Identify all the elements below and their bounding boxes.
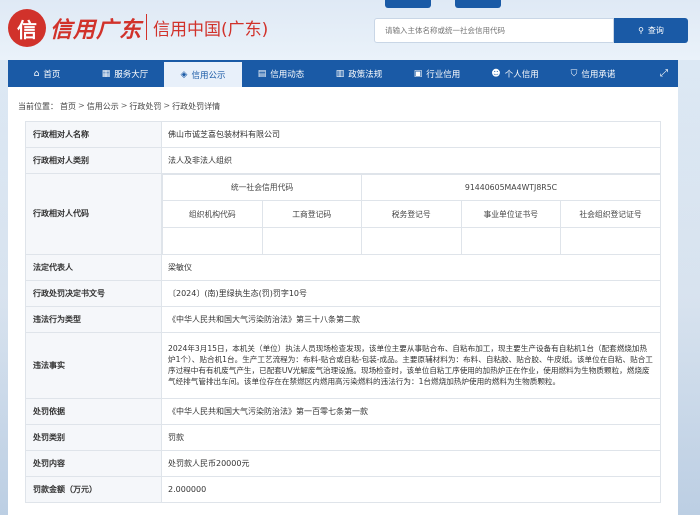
row-label-legal-rep: 法定代表人 xyxy=(25,253,162,281)
row-label-name: 行政相对人名称 xyxy=(25,121,162,148)
breadcrumb-prefix: 当前位置： xyxy=(18,102,58,111)
nav-item-label: 个人信用 xyxy=(504,69,539,80)
search-input[interactable] xyxy=(374,18,614,43)
code-value xyxy=(361,227,462,254)
logo-divider xyxy=(146,14,147,40)
code-subtable: 统一社会信用代码 91440605MA4WTJ8R5C 组织机构代码 工商登记码… xyxy=(162,174,660,254)
site-name[interactable]: 信用中国(广东) xyxy=(153,15,268,40)
row-label-penalty-content: 处罚内容 xyxy=(25,449,162,477)
penalty-detail-table: 行政相对人名称 佛山市诚芝喜包装材料有限公司 行政相对人类别 法人及非法人组织 … xyxy=(25,121,661,503)
code-header: 税务登记号 xyxy=(361,200,462,228)
nav-item-policy[interactable]: ▥ 政策法规 xyxy=(320,60,398,87)
row-value-doc-number: 〔2024〕(南)里绿执生态(罚)罚字10号 xyxy=(161,279,661,307)
row-value-penalty-content: 处罚款人民币20000元 xyxy=(161,449,661,477)
table-row: 违法事实 2024年3月15日，本机关（单位）执法人员现场检查发现，该单位主要从… xyxy=(25,331,661,399)
row-value-violation-type: 《中华人民共和国大气污染防治法》第三十八条第二款 xyxy=(161,305,661,333)
code-value xyxy=(261,227,362,254)
breadcrumb-link-publicity[interactable]: 信用公示 xyxy=(87,101,119,112)
news-icon: ▤ xyxy=(257,68,267,79)
nav-item-label: 行业信用 xyxy=(426,69,461,80)
nav-item-label: 服务大厅 xyxy=(114,69,149,80)
site-header: 信 信用广东 信用中国(广东) ⚲ 查询 xyxy=(0,0,700,60)
nav-item-personal-credit[interactable]: ☻ 个人信用 xyxy=(476,60,554,87)
row-value-penalty-type: 罚款 xyxy=(161,423,661,451)
row-value-legal-rep: 梁敏仪 xyxy=(161,253,661,281)
briefcase-icon: ▣ xyxy=(413,68,423,79)
code-header: 工商登记码 xyxy=(261,200,362,228)
main-nav: ⌂ 首页 ▦ 服务大厅 ◈ 信用公示 ▤ 信用动态 ▥ 政策法规 ▣ 行业信用 … xyxy=(8,60,678,87)
row-label-facts: 违法事实 xyxy=(25,331,162,399)
table-row: 行政处罚决定书文号 〔2024〕(南)里绿执生态(罚)罚字10号 xyxy=(25,279,661,307)
home-icon: ⌂ xyxy=(33,68,40,79)
expand-icon[interactable]: ⤢ xyxy=(650,60,678,87)
nav-item-credit-commitment[interactable]: ⛉ 信用承诺 xyxy=(554,60,632,87)
logo-icon[interactable]: 信 xyxy=(8,9,46,47)
nav-item-label: 信用承诺 xyxy=(581,69,616,80)
row-label-code: 行政相对人代码 xyxy=(25,173,162,255)
row-label-doc-number: 行政处罚决定书文号 xyxy=(25,279,162,307)
nav-item-label: 政策法规 xyxy=(348,69,383,80)
code-value-row xyxy=(162,227,660,254)
code-top-row: 统一社会信用代码 91440605MA4WTJ8R5C xyxy=(162,174,660,201)
code-subtable-cell: 统一社会信用代码 91440605MA4WTJ8R5C 组织机构代码 工商登记码… xyxy=(161,173,661,255)
table-row: 行政相对人代码 统一社会信用代码 91440605MA4WTJ8R5C 组织机构… xyxy=(25,173,661,255)
table-row: 处罚依据 《中华人民共和国大气污染防治法》第一百零七条第一款 xyxy=(25,397,661,425)
row-label-penalty-type: 处罚类别 xyxy=(25,423,162,451)
row-label-violation-type: 违法行为类型 xyxy=(25,305,162,333)
breadcrumb-link-penalty[interactable]: 行政处罚 xyxy=(129,101,161,112)
row-label-category: 行政相对人类别 xyxy=(25,147,162,174)
nav-item-credit-publicity[interactable]: ◈ 信用公示 xyxy=(164,60,242,87)
top-tab-marker-2[interactable] xyxy=(455,0,501,8)
table-row: 行政相对人名称 佛山市诚芝喜包装材料有限公司 xyxy=(25,121,661,148)
code-value xyxy=(162,227,263,254)
logo-script-text: 信用广东 xyxy=(50,17,143,43)
row-value-fine-amount: 2.000000 xyxy=(161,475,661,503)
code-header-row: 组织机构代码 工商登记码 税务登记号 事业单位证书号 社会组织登记证号 xyxy=(162,200,660,228)
row-value-facts: 2024年3月15日，本机关（单位）执法人员现场检查发现，该单位主要从事贴合布、… xyxy=(161,331,661,399)
table-row: 法定代表人 梁敏仪 xyxy=(25,253,661,281)
shield-icon: ⛉ xyxy=(570,68,578,79)
nav-item-industry-credit[interactable]: ▣ 行业信用 xyxy=(398,60,476,87)
code-value-uscc: 91440605MA4WTJ8R5C xyxy=(361,174,660,201)
code-value xyxy=(460,227,561,254)
search-icon: ⚲ xyxy=(638,26,644,35)
table-row: 处罚内容 处罚款人民币20000元 xyxy=(25,449,661,477)
breadcrumb-current: 行政处罚详情 xyxy=(172,102,221,111)
breadcrumb: 当前位置： 首页 > 信用公示 > 行政处罚 > 行政处罚详情 xyxy=(18,101,220,112)
row-label-basis: 处罚依据 xyxy=(25,397,162,425)
row-label-fine-amount: 罚款金额（万元） xyxy=(25,475,162,503)
nav-item-credit-news[interactable]: ▤ 信用动态 xyxy=(242,60,320,87)
code-header: 社会组织登记证号 xyxy=(560,200,660,228)
breadcrumb-separator: > xyxy=(120,101,128,110)
breadcrumb-separator: > xyxy=(163,101,171,110)
top-tab-marker[interactable] xyxy=(385,0,431,8)
code-header: 事业单位证书号 xyxy=(460,200,561,228)
table-row: 行政相对人类别 法人及非法人组织 xyxy=(25,147,661,174)
breadcrumb-separator: > xyxy=(78,101,85,110)
code-header: 组织机构代码 xyxy=(162,200,263,228)
grid-icon: ▦ xyxy=(101,68,111,79)
table-row: 罚款金额（万元） 2.000000 xyxy=(25,475,661,503)
nav-item-label: 信用公示 xyxy=(191,70,226,81)
nav-item-label: 首页 xyxy=(43,69,61,80)
nav-item-label: 信用动态 xyxy=(270,69,305,80)
code-header-uscc: 统一社会信用代码 xyxy=(162,174,362,201)
search-button[interactable]: ⚲ 查询 xyxy=(614,18,688,43)
row-value-category: 法人及非法人组织 xyxy=(161,147,661,174)
nav-item-home[interactable]: ⌂ 首页 xyxy=(8,60,86,87)
breadcrumb-link-home[interactable]: 首页 xyxy=(60,101,76,112)
row-value-name: 佛山市诚芝喜包装材料有限公司 xyxy=(161,121,661,148)
row-value-basis: 《中华人民共和国大气污染防治法》第一百零七条第一款 xyxy=(161,397,661,425)
search-button-label: 查询 xyxy=(647,26,664,35)
user-icon: ☻ xyxy=(491,68,501,79)
code-value xyxy=(560,227,660,254)
nav-item-service-hall[interactable]: ▦ 服务大厅 xyxy=(86,60,164,87)
table-row: 处罚类别 罚款 xyxy=(25,423,661,451)
megaphone-icon: ◈ xyxy=(180,69,188,80)
table-row: 违法行为类型 《中华人民共和国大气污染防治法》第三十八条第二款 xyxy=(25,305,661,333)
book-icon: ▥ xyxy=(335,68,345,79)
